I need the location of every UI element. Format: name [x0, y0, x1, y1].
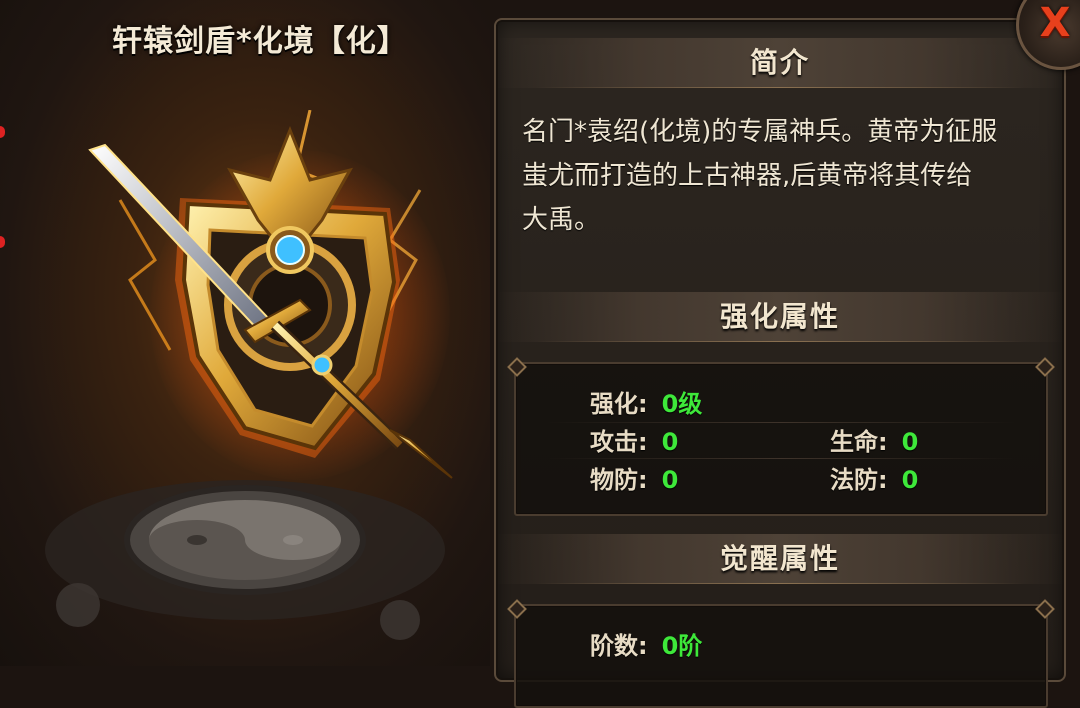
intro-header-label: 简介 — [749, 46, 810, 79]
stat-enhance-level: 强化: 0级 — [590, 384, 702, 419]
awaken-header: 觉醒属性 — [496, 534, 1064, 584]
edge-marker — [0, 236, 5, 248]
stat-value: 0 — [901, 428, 919, 456]
enhance-stats-box: 强化: 0级 攻击: 0 生命: 0 物防: 0 法防: 0 — [514, 362, 1048, 516]
stat-label: 法防: — [830, 466, 888, 494]
yin-yang-pedestal — [45, 480, 445, 640]
description-line: 蚩尤而打造的上古神器,后黄帝将其传给 — [522, 161, 973, 191]
stat-value: 0 — [901, 466, 919, 494]
divider — [546, 458, 1016, 459]
stat-label: 生命: — [830, 428, 888, 456]
item-title: 轩辕剑盾*化境【化】 — [112, 24, 408, 59]
item-preview-scene: 轩辕剑盾*化境【化】 — [0, 0, 490, 666]
enhance-header: 强化属性 — [496, 292, 1064, 342]
intro-header: 简介 — [496, 38, 1064, 88]
awaken-header-label: 觉醒属性 — [719, 542, 840, 575]
stat-value: 0级 — [661, 390, 703, 418]
item-info-panel[interactable]: 简介 名门*袁绍(化境)的专属神兵。黄帝为征服 蚩尤而打造的上古神器,后黄帝将其… — [494, 18, 1066, 708]
stat-value: 0 — [661, 428, 679, 456]
edge-marker — [0, 126, 5, 138]
stat-attack: 攻击: 0 — [590, 422, 678, 457]
enhance-header-label: 强化属性 — [719, 300, 840, 333]
item-description: 名门*袁绍(化境)的专属神兵。黄帝为征服 蚩尤而打造的上古神器,后黄帝将其传给 … — [522, 110, 1042, 242]
stat-hp: 生命: 0 — [830, 422, 918, 457]
stat-physical-defense: 物防: 0 — [590, 460, 678, 495]
stat-value: 0 — [661, 466, 679, 494]
description-line: 名门*袁绍(化境)的专属神兵。黄帝为征服 — [522, 117, 998, 147]
close-icon[interactable]: X — [1030, 0, 1080, 48]
awaken-stats-box: 阶数: 0阶 — [514, 604, 1048, 708]
sword-shield-art — [88, 110, 453, 479]
description-line: 大禹。 — [522, 205, 601, 235]
stat-label: 阶数: — [590, 632, 648, 660]
stat-awaken-rank: 阶数: 0阶 — [590, 626, 702, 661]
stat-label: 物防: — [590, 466, 648, 494]
stat-magic-defense: 法防: 0 — [830, 460, 918, 495]
stat-label: 攻击: — [590, 428, 648, 456]
stat-value: 0阶 — [661, 632, 703, 660]
stat-label: 强化: — [590, 390, 648, 418]
